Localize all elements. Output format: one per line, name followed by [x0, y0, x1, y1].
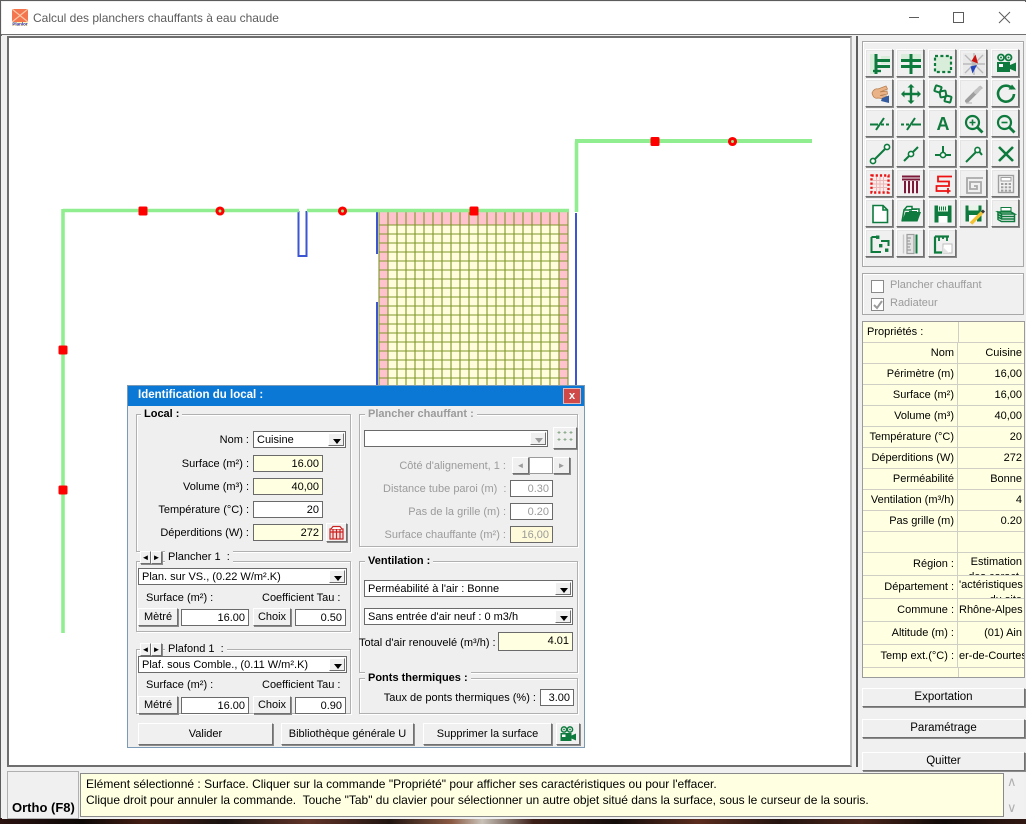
svg-text:A: A [937, 114, 950, 134]
svg-text:Planlor: Planlor [12, 22, 28, 27]
